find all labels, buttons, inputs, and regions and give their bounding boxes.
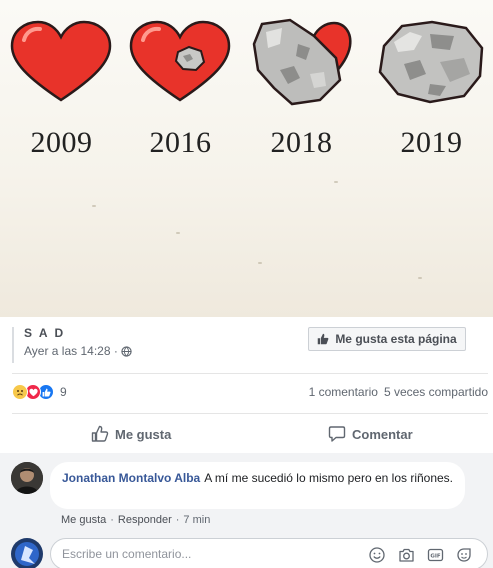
comment-actions: Me gusta · Responder · 7 min [61,514,210,526]
camera-icon[interactable] [397,546,415,564]
post-image[interactable]: 2009 2016 2018 2019 [0,0,493,317]
meme-panel-2009: 2009 [0,0,123,170]
avatar-photo [11,538,43,568]
meme-panel-2019: 2019 [370,0,493,170]
comment-text: A mí me sucedió lo mismo pero en los riñ… [204,471,454,485]
comment-time[interactable]: 7 min [183,514,210,526]
comment-input[interactable] [62,546,362,562]
reactions-summary[interactable]: 9 [12,382,67,402]
heart-half-stone-icon [252,18,352,106]
comment-composer[interactable]: GIF [50,538,488,568]
heart-icon [10,20,112,102]
composer-tools: GIF [368,546,473,564]
comment-author-link[interactable]: Jonathan Montalvo Alba [62,471,200,485]
comment-bubble: Jonathan Montalvo Alba A mí me sucedió lo… [50,462,465,509]
stone-icon [378,20,484,104]
quote-bar [12,327,14,363]
comment-bubble-icon [328,426,346,442]
like-button-label: Me gusta [115,426,172,442]
comment-reply-link[interactable]: Responder [118,514,172,526]
year-label: 2019 [400,126,463,159]
current-user-avatar[interactable] [11,538,43,568]
like-page-button[interactable]: Me gusta esta página [308,327,466,351]
page-name-link[interactable]: S A D [24,326,65,340]
thumbs-up-outline-icon [91,425,109,442]
reaction-count: 9 [60,385,67,399]
post-timestamp[interactable]: Ayer a las 14:28 · [24,344,118,358]
post-stats: 1 comentario 5 veces compartido [309,385,488,399]
divider [12,373,488,374]
year-label: 2018 [270,126,333,159]
comment-count-link[interactable]: 1 comentario [309,385,378,399]
thumbs-up-icon [318,333,329,345]
avatar-photo [11,462,43,494]
like-page-label: Me gusta esta página [335,332,457,346]
post-meta: Ayer a las 14:28 · [24,344,132,358]
comment-button-label: Comentar [352,426,413,442]
meme-panel-2018: 2018 [240,0,363,170]
meme-panel-2016: 2016 [119,0,242,170]
like-button[interactable]: Me gusta [91,421,171,447]
commenter-avatar[interactable] [11,462,43,494]
svg-text:GIF: GIF [430,554,441,560]
gif-icon[interactable]: GIF [426,546,444,564]
heart-with-small-stone-icon [129,20,231,102]
comment-button[interactable]: Comentar [328,421,413,447]
sad-reaction-icon [12,384,28,400]
separator: · [175,514,180,526]
post-actions: Me gusta Comentar [0,421,493,447]
globe-icon [121,345,132,357]
post-header: S A D Ayer a las 14:28 · Me gusta esta p… [0,317,493,373]
emoji-icon[interactable] [368,546,386,564]
separator: · [110,514,114,526]
share-count-link[interactable]: 5 veces compartido [384,385,488,399]
year-label: 2009 [30,126,93,159]
sticker-icon[interactable] [455,546,473,564]
comment-like-link[interactable]: Me gusta [61,514,106,526]
divider [12,413,488,414]
year-label: 2016 [149,126,212,159]
